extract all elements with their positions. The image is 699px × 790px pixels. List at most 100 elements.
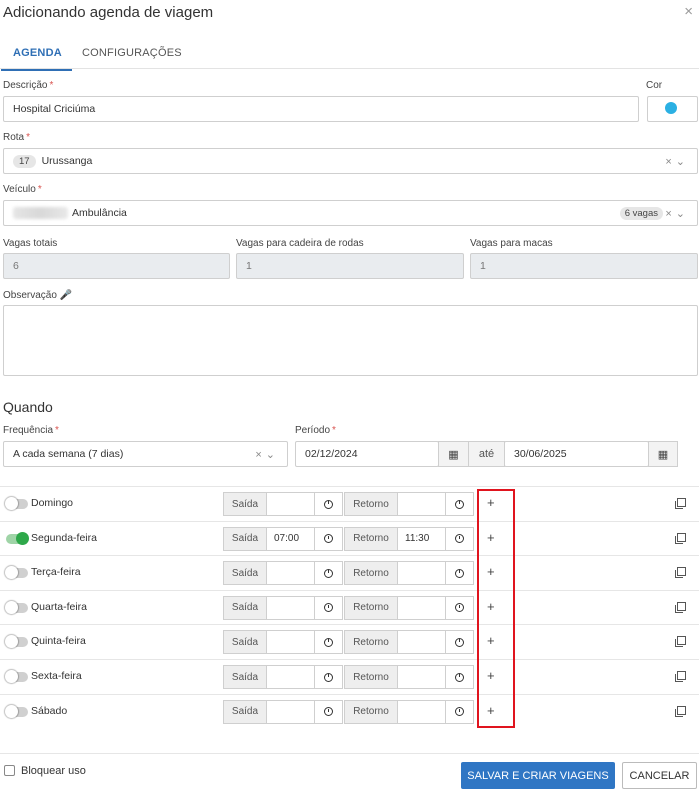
retorno-group: Retorno 11:30 [344, 526, 474, 551]
schedule-row: Domingo Saída Retorno + [0, 486, 699, 521]
clock-icon[interactable] [315, 630, 343, 655]
retorno-label: Retorno [344, 699, 398, 724]
tab-bar: AGENDA CONFIGURAÇÕES [0, 38, 699, 71]
day-toggle[interactable] [5, 600, 28, 614]
clock-icon[interactable] [446, 492, 474, 516]
vagas-cadeira-label: Vagas para cadeira de rodas [236, 238, 364, 249]
day-toggle[interactable] [5, 635, 28, 649]
day-toggle[interactable] [5, 497, 28, 510]
tab-agenda[interactable]: AGENDA [1, 47, 72, 71]
saida-input[interactable]: 07:00 [267, 526, 315, 551]
rota-code-badge: 17 [13, 154, 36, 168]
microphone-icon[interactable]: 🎤 [60, 290, 72, 301]
copy-icon[interactable] [675, 498, 686, 509]
rota-label: Rota * [3, 132, 31, 143]
clock-icon[interactable] [446, 699, 474, 724]
retorno-input[interactable] [398, 595, 446, 620]
close-icon[interactable]: × [684, 3, 693, 20]
vagas-totais-field: 6 [3, 253, 230, 279]
clock-icon[interactable] [315, 665, 343, 689]
saida-label: Saída [223, 699, 267, 724]
vagas-badge: 6 vagas [619, 207, 663, 220]
saida-group: Saída [223, 665, 343, 689]
clock-icon[interactable] [315, 595, 343, 620]
retorno-group: Retorno [344, 561, 474, 586]
day-name: Sábado [31, 704, 68, 717]
retorno-group: Retorno [344, 595, 474, 620]
retorno-input[interactable]: 11:30 [398, 526, 446, 551]
retorno-input[interactable] [398, 561, 446, 586]
descricao-input[interactable]: Hospital Criciúma [3, 96, 639, 122]
frequencia-value: A cada semana (7 dias) [13, 448, 124, 460]
tab-configuracoes[interactable]: CONFIGURAÇÕES [82, 47, 182, 59]
saida-group: Saída [223, 630, 343, 655]
retorno-input[interactable] [398, 699, 446, 724]
copy-icon[interactable] [675, 601, 686, 613]
vagas-cadeira-field: 1 [236, 253, 464, 279]
rota-select[interactable]: 17 Urussanga ×⌄ [3, 148, 698, 174]
copy-icon[interactable] [675, 705, 686, 717]
copy-icon[interactable] [675, 532, 686, 544]
clear-chevron-icon[interactable]: ×⌄ [255, 448, 279, 461]
observacao-textarea[interactable] [3, 305, 698, 376]
retorno-group: Retorno [344, 699, 474, 724]
cor-label: Cor [646, 80, 663, 91]
clock-icon[interactable] [315, 699, 343, 724]
retorno-input[interactable] [398, 665, 446, 689]
clock-icon[interactable] [315, 492, 343, 516]
frequencia-select[interactable]: A cada semana (7 dias) ×⌄ [3, 441, 288, 467]
copy-icon[interactable] [675, 567, 686, 579]
veiculo-select[interactable]: Ambulância 6 vagas ×⌄ [3, 200, 698, 226]
clock-icon[interactable] [446, 630, 474, 655]
schedule-row: Terça-feira Saída Retorno + [0, 555, 699, 590]
periodo-end-input[interactable]: 30/06/2025 [504, 441, 649, 467]
rota-value: Urussanga [41, 155, 93, 167]
saida-label: Saída [223, 526, 267, 551]
saida-label: Saída [223, 561, 267, 586]
schedule-row: Sábado Saída Retorno + [0, 693, 699, 729]
saida-input[interactable] [267, 630, 315, 655]
saida-label: Saída [223, 492, 267, 516]
dialog-title: Adicionando agenda de viagem [3, 4, 214, 21]
saida-input[interactable] [267, 595, 315, 620]
retorno-input[interactable] [398, 492, 446, 516]
save-create-button[interactable]: SALVAR E CRIAR VIAGENS [461, 762, 615, 789]
retorno-label: Retorno [344, 595, 398, 620]
clock-icon[interactable] [446, 665, 474, 689]
clock-icon[interactable] [446, 526, 474, 551]
saida-label: Saída [223, 630, 267, 655]
day-toggle[interactable] [6, 531, 29, 545]
saida-input[interactable] [267, 699, 315, 724]
clear-chevron-icon[interactable]: ×⌄ [665, 155, 689, 168]
copy-icon[interactable] [675, 671, 686, 682]
saida-input[interactable] [267, 561, 315, 586]
bloquear-checkbox[interactable] [4, 765, 15, 776]
cancel-button[interactable]: CANCELAR [622, 762, 697, 789]
schedule-row: Quarta-feira Saída Retorno + [0, 589, 699, 625]
frequencia-label: Frequência * [3, 425, 59, 436]
clock-icon[interactable] [446, 595, 474, 620]
saida-label: Saída [223, 665, 267, 689]
day-toggle[interactable] [5, 704, 28, 718]
saida-group: Saída [223, 699, 343, 724]
clock-icon[interactable] [315, 526, 343, 551]
schedule-row: Segunda-feira Saída 07:00 Retorno 11:30 … [0, 520, 699, 556]
add-column-highlight [477, 489, 515, 728]
retorno-label: Retorno [344, 561, 398, 586]
vagas-macas-field: 1 [470, 253, 698, 279]
quando-heading: Quando [3, 399, 53, 415]
calendar-icon[interactable]: ▦ [438, 441, 469, 467]
clock-icon[interactable] [315, 561, 343, 586]
observacao-label: Observação 🎤 [3, 290, 73, 301]
saida-input[interactable] [267, 492, 315, 516]
periodo-start-input[interactable]: 02/12/2024 [295, 441, 439, 467]
day-toggle[interactable] [5, 670, 28, 683]
retorno-input[interactable] [398, 630, 446, 655]
clock-icon[interactable] [446, 561, 474, 586]
saida-input[interactable] [267, 665, 315, 689]
calendar-icon[interactable]: ▦ [648, 441, 678, 467]
clear-chevron-icon[interactable]: ×⌄ [665, 207, 689, 220]
day-toggle[interactable] [5, 566, 28, 580]
veiculo-value: Ambulância [72, 207, 127, 219]
copy-icon[interactable] [675, 636, 686, 648]
